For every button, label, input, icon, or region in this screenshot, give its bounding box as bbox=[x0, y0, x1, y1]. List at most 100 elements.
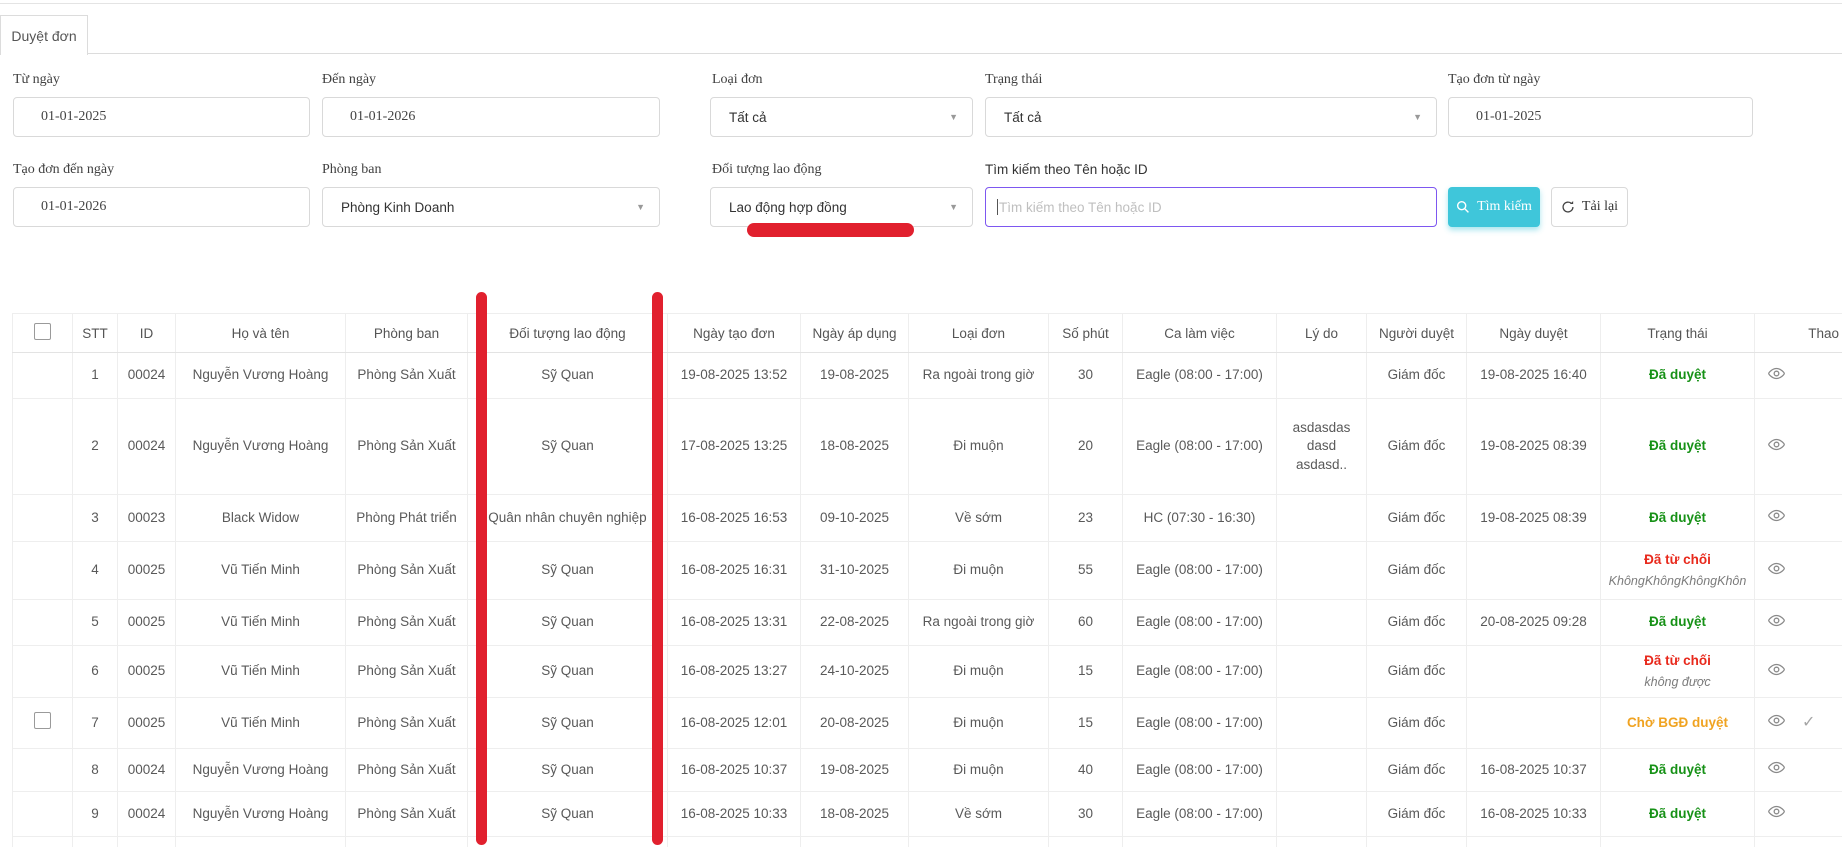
cell-dept: Phòng Sản Xuất bbox=[346, 646, 468, 698]
cell-approved_at: 16-08-2025 10:37 bbox=[1467, 749, 1601, 792]
status-badge: Đã duyệt bbox=[1607, 437, 1748, 455]
table-row: 300023Black WidowPhòng Phát triểnQuân nh… bbox=[13, 495, 1842, 542]
view-button[interactable] bbox=[1767, 805, 1786, 823]
cell-applied: 20-08-2025 bbox=[801, 698, 909, 749]
view-button[interactable] bbox=[1767, 614, 1786, 632]
cell-actions: ✓ bbox=[1755, 698, 1842, 749]
status-badge: Đã duyệt bbox=[1607, 366, 1748, 384]
created-to-value: 01-01-2026 bbox=[41, 199, 106, 215]
row-select-cell bbox=[13, 353, 73, 399]
cell-stt: 3 bbox=[73, 495, 118, 542]
cell-applied: 18-08-2025 bbox=[801, 399, 909, 495]
check-icon: ✓ bbox=[1802, 712, 1815, 734]
cell-reason bbox=[1277, 495, 1367, 542]
cell-approved_at: 19-08-2025 08:39 bbox=[1467, 399, 1601, 495]
text-cursor bbox=[997, 199, 998, 215]
cell-name: Nguyễn Vương Hoàng bbox=[176, 353, 346, 399]
created-to-input[interactable]: 01-01-2026 bbox=[13, 187, 310, 227]
cell-approver: Giám đốc bbox=[1367, 792, 1467, 837]
view-button[interactable] bbox=[1767, 367, 1786, 385]
cell-status: Chờ BGĐ duyệt bbox=[1601, 698, 1755, 749]
cell-labor: Sỹ Quan bbox=[468, 698, 668, 749]
cell-actions bbox=[1755, 792, 1842, 837]
created-from-label: Tạo đơn từ ngày bbox=[1448, 72, 1540, 88]
table-row: 200024Nguyễn Vương HoàngPhòng Sản XuấtSỹ… bbox=[13, 399, 1842, 495]
cell-minutes: 40 bbox=[1049, 749, 1123, 792]
column-header: STT bbox=[73, 314, 118, 353]
cell-name: Vũ Tiến Minh bbox=[176, 542, 346, 600]
column-header: Người duyệt bbox=[1367, 314, 1467, 353]
orders-table: STTIDHọ và tênPhòng banĐối tượng lao độn… bbox=[12, 313, 1842, 847]
view-button[interactable] bbox=[1767, 562, 1786, 580]
row-checkbox[interactable] bbox=[34, 712, 51, 729]
magnifier-icon bbox=[1456, 200, 1470, 214]
cell-type: Đi muộn bbox=[909, 749, 1049, 792]
row-select-cell bbox=[13, 749, 73, 792]
approve-button[interactable]: ✓ bbox=[1802, 712, 1815, 734]
created-to-label: Tạo đơn đến ngày bbox=[13, 162, 114, 178]
view-button[interactable] bbox=[1767, 761, 1786, 779]
to-date-input[interactable]: 01-01-2026 bbox=[322, 97, 660, 137]
cell-shift: Eagle (08:00 - 17:00) bbox=[1123, 600, 1277, 646]
cell-created: 16-08-2025 10:33 bbox=[668, 792, 801, 837]
approve-orders-page: Duyệt đơn Từ ngày Đến ngày Loại đơn Trạn… bbox=[0, 0, 1842, 847]
order-type-select[interactable]: Tất cả ▼ bbox=[710, 97, 973, 137]
page-top-divider bbox=[0, 3, 1842, 4]
cell-shift: HC (07:30 - 16:30) bbox=[1123, 495, 1277, 542]
row-select-cell bbox=[13, 542, 73, 600]
status-badge: Đã duyệt bbox=[1607, 509, 1748, 527]
eye-icon bbox=[1767, 614, 1786, 632]
cell-applied: 18-08-2025 bbox=[801, 792, 909, 837]
view-button[interactable] bbox=[1767, 714, 1786, 732]
cell-id: 00025 bbox=[118, 646, 176, 698]
cell-dept: Phòng Sản Xuất bbox=[346, 542, 468, 600]
cell-shift: Eagle (08:00 - 17:00) bbox=[1123, 698, 1277, 749]
cell-approver: Giám đốc bbox=[1367, 698, 1467, 749]
table-header-row: STTIDHọ và tênPhòng banĐối tượng lao độn… bbox=[13, 314, 1842, 353]
department-select[interactable]: Phòng Kinh Doanh ▼ bbox=[322, 187, 660, 227]
cell-reason bbox=[1277, 749, 1367, 792]
cell-reason bbox=[1277, 792, 1367, 837]
cell-status: Đã duyệt bbox=[1601, 600, 1755, 646]
cell-applied: 31-10-2025 bbox=[801, 542, 909, 600]
cell-dept: Phòng Sản Xuất bbox=[346, 399, 468, 495]
column-header: Ngày áp dụng bbox=[801, 314, 909, 353]
order-type-label: Loại đơn bbox=[712, 72, 763, 88]
eye-icon bbox=[1767, 761, 1786, 779]
eye-icon bbox=[1767, 509, 1786, 527]
cell-actions bbox=[1755, 399, 1842, 495]
cell-labor: Sỹ Quan bbox=[468, 600, 668, 646]
labor-type-select[interactable]: Lao động hợp đồng ▼ bbox=[710, 187, 973, 227]
search-input[interactable]: Tìm kiếm theo Tên hoặc ID bbox=[985, 187, 1437, 227]
status-select[interactable]: Tất cả ▼ bbox=[985, 97, 1437, 137]
view-button[interactable] bbox=[1767, 663, 1786, 681]
search-button[interactable]: Tìm kiếm bbox=[1448, 187, 1540, 227]
cell-stt: 1 bbox=[73, 353, 118, 399]
cell-actions bbox=[1755, 646, 1842, 698]
order-type-value: Tất cả bbox=[729, 110, 767, 125]
column-header: ID bbox=[118, 314, 176, 353]
cell-applied: 19-08-2025 bbox=[801, 353, 909, 399]
cell-status: Đã duyệt bbox=[1601, 353, 1755, 399]
row-select-cell bbox=[13, 399, 73, 495]
table-row: 500025Vũ Tiến MinhPhòng Sản XuấtSỹ Quan1… bbox=[13, 600, 1842, 646]
cell-minutes: 60 bbox=[1049, 600, 1123, 646]
to-date-value: 01-01-2026 bbox=[350, 109, 415, 125]
select-all-checkbox[interactable] bbox=[34, 323, 51, 340]
department-value: Phòng Kinh Doanh bbox=[341, 200, 454, 215]
from-date-input[interactable]: 01-01-2025 bbox=[13, 97, 310, 137]
tab-duyet-don[interactable]: Duyệt đơn bbox=[0, 15, 88, 55]
view-button[interactable] bbox=[1767, 509, 1786, 527]
cell-labor: Sỹ Quan bbox=[468, 749, 668, 792]
cell-actions bbox=[1755, 749, 1842, 792]
view-button[interactable] bbox=[1767, 438, 1786, 456]
cell-applied: 09-10-2025 bbox=[801, 495, 909, 542]
cell-dept: Phòng Sản Xuất bbox=[346, 600, 468, 646]
created-from-input[interactable]: 01-01-2025 bbox=[1448, 97, 1753, 137]
cell-stt: 5 bbox=[73, 600, 118, 646]
cell-id: 00025 bbox=[118, 542, 176, 600]
cell-shift: Eagle (08:00 - 17:00) bbox=[1123, 399, 1277, 495]
cell-stt: 7 bbox=[73, 698, 118, 749]
column-header: Trạng thái bbox=[1601, 314, 1755, 353]
reload-button[interactable]: Tải lại bbox=[1551, 187, 1628, 227]
